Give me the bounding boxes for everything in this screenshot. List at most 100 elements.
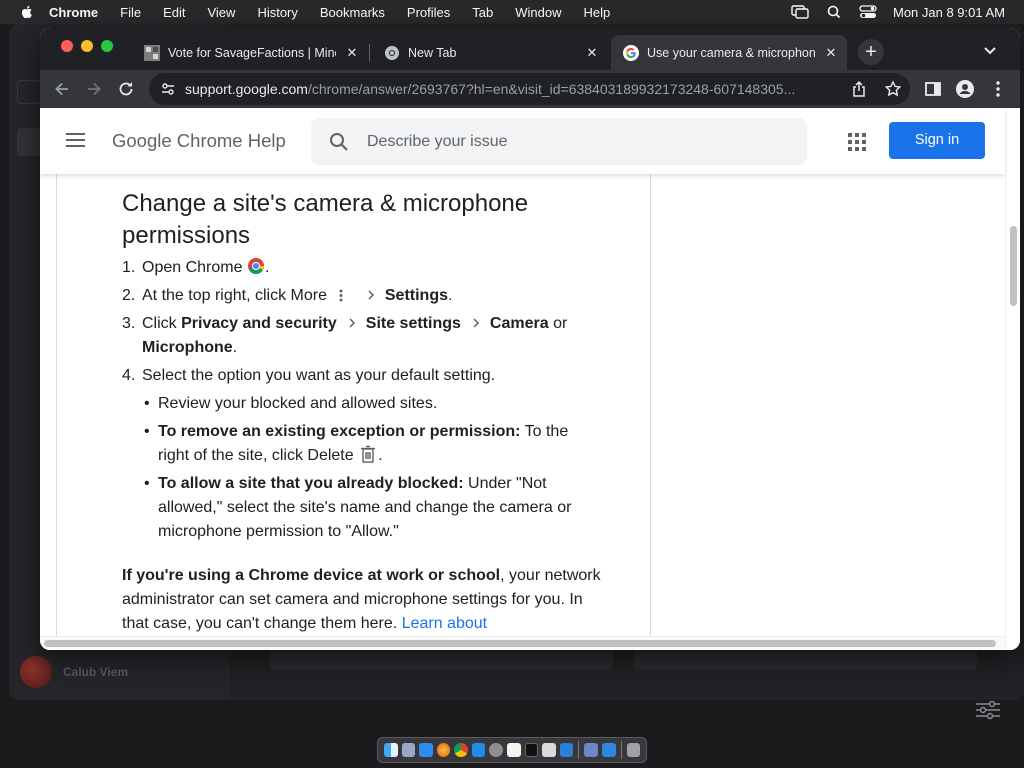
- firefox-icon[interactable]: [436, 743, 451, 757]
- terminal-icon[interactable]: [524, 743, 539, 757]
- tab-close-icon[interactable]: ✕: [344, 45, 360, 61]
- product-name[interactable]: Google Chrome Help: [112, 130, 286, 152]
- step-text: At the top right, click More: [142, 287, 327, 304]
- bookmark-star-icon[interactable]: [884, 80, 902, 98]
- downloads-folder-icon[interactable]: [601, 743, 616, 757]
- chrome-menu-icon[interactable]: [988, 79, 1008, 99]
- menu-tab[interactable]: Tab: [461, 5, 504, 20]
- back-arrow-icon[interactable]: [52, 79, 72, 99]
- menu-view[interactable]: View: [196, 5, 246, 20]
- screen-mirroring-icon[interactable]: [791, 5, 809, 19]
- menu-bookmarks[interactable]: Bookmarks: [309, 5, 396, 20]
- chevron-right-icon: [368, 290, 374, 300]
- window-close-button[interactable]: [61, 40, 73, 52]
- step-text: Open Chrome: [142, 259, 243, 276]
- side-panel-icon[interactable]: [923, 79, 943, 99]
- admin-note: If you're using a Chrome device at work …: [122, 564, 602, 636]
- app-store-icon[interactable]: [419, 743, 433, 757]
- step-number: 4.: [122, 367, 136, 384]
- bullet-bold: To remove an existing exception or permi…: [158, 423, 521, 440]
- menu-path-bold: Site settings: [365, 315, 461, 332]
- trash-delete-icon: [361, 445, 376, 463]
- launchpad-icon[interactable]: [401, 743, 416, 757]
- search-icon[interactable]: [329, 132, 349, 152]
- bullet-bold: To allow a site that you already blocked…: [158, 475, 464, 492]
- background-user-profile[interactable]: Calub Viem: [20, 656, 128, 688]
- address-bar[interactable]: support.google.com/chrome/answer/2693767…: [149, 73, 910, 105]
- search-input[interactable]: [367, 132, 767, 151]
- tab-close-icon[interactable]: ✕: [823, 45, 839, 61]
- menu-file[interactable]: File: [109, 5, 152, 20]
- sign-in-button[interactable]: Sign in: [889, 122, 985, 159]
- tab-close-icon[interactable]: ✕: [584, 45, 600, 61]
- step-item: 3. Click Privacy and security Site settin…: [122, 312, 602, 360]
- brush-icon[interactable]: [542, 743, 556, 757]
- article-content: Change a site's camera & microphone perm…: [122, 188, 602, 636]
- step-number: 2.: [122, 287, 136, 304]
- new-tab-button[interactable]: +: [858, 39, 884, 65]
- scrollbar-thumb[interactable]: [44, 640, 996, 647]
- menu-help[interactable]: Help: [573, 5, 622, 20]
- tab-new-tab[interactable]: New Tab ✕: [369, 35, 608, 70]
- more-vert-icon: [339, 289, 343, 302]
- trash-icon[interactable]: [626, 743, 641, 757]
- vscode-icon[interactable]: [559, 743, 574, 757]
- control-center-icon[interactable]: [859, 5, 877, 19]
- xcode-icon[interactable]: [471, 743, 486, 757]
- tab-search-chevron-icon[interactable]: [980, 40, 1000, 60]
- reload-icon[interactable]: [116, 79, 136, 99]
- browser-toolbar: support.google.com/chrome/answer/2693767…: [40, 70, 1020, 108]
- url-text: support.google.com/chrome/answer/2693767…: [185, 81, 845, 97]
- url-path: /chrome/answer/2693767?hl=en&visit_id=63…: [307, 81, 796, 97]
- tab-camera-microphone-help[interactable]: Use your camera & microphone ✕: [611, 35, 847, 70]
- window-minimize-button[interactable]: [81, 40, 93, 52]
- menu-edit[interactable]: Edit: [152, 5, 196, 20]
- tab-savagefactions[interactable]: Vote for SavageFactions | Mine ✕: [132, 35, 368, 70]
- apple-icon[interactable]: [19, 4, 35, 20]
- minecraft-favicon-icon: [144, 44, 160, 61]
- settings-dock-icon[interactable]: [489, 743, 504, 757]
- scrollbar-thumb[interactable]: [1010, 226, 1017, 306]
- bullet-item: • To remove an existing exception or per…: [144, 423, 569, 464]
- chevron-right-icon: [349, 318, 355, 328]
- spotlight-search-icon[interactable]: [825, 5, 843, 19]
- menu-path-bold: Camera: [489, 315, 549, 332]
- bullet-item: • To allow a site that you already block…: [144, 475, 572, 540]
- web-page: Google Chrome Help Sign in Change a site…: [40, 108, 1020, 650]
- note-bold: If you're using a Chrome device at work …: [122, 567, 501, 584]
- url-host: support.google.com: [185, 81, 308, 97]
- sliders-icon[interactable]: [975, 700, 1001, 720]
- bullet-item: • Review your blocked and allowed sites.: [144, 395, 438, 412]
- profile-icon[interactable]: [955, 79, 975, 99]
- main-menu-icon[interactable]: [66, 132, 85, 148]
- vertical-scrollbar[interactable]: [1005, 174, 1020, 650]
- step-text: Select the option you want as your defau…: [142, 367, 496, 384]
- macos-dock: [377, 737, 647, 763]
- window-maximize-button[interactable]: [101, 40, 113, 52]
- chrome-dock-icon[interactable]: [454, 743, 468, 757]
- step-number: 3.: [122, 315, 136, 332]
- share-icon[interactable]: [850, 80, 868, 98]
- horizontal-scrollbar[interactable]: [40, 636, 1005, 650]
- help-search-box[interactable]: [311, 118, 807, 165]
- finder-icon[interactable]: [384, 743, 398, 757]
- folder-icon[interactable]: [584, 743, 598, 757]
- site-info-icon[interactable]: [161, 82, 175, 96]
- menu-profiles[interactable]: Profiles: [396, 5, 461, 20]
- menu-history[interactable]: History: [246, 5, 308, 20]
- chrome-logo-icon: [247, 258, 264, 274]
- background-control: [17, 80, 41, 104]
- notes-icon[interactable]: [507, 743, 521, 757]
- menu-app-name[interactable]: Chrome: [49, 5, 109, 20]
- tab-title: Use your camera & microphone: [647, 45, 815, 60]
- tab-title: New Tab: [408, 45, 457, 60]
- google-apps-icon[interactable]: [848, 133, 866, 151]
- step-text: Click: [142, 315, 177, 332]
- forward-arrow-icon[interactable]: [84, 79, 104, 99]
- menu-window[interactable]: Window: [504, 5, 572, 20]
- dock-separator: [620, 741, 622, 759]
- learn-about-link[interactable]: Learn about: [402, 615, 487, 632]
- menu-bar-clock[interactable]: Mon Jan 8 9:01 AM: [893, 5, 1005, 20]
- step-number: 1.: [122, 259, 136, 276]
- menu-path-bold: Privacy and security: [181, 315, 337, 332]
